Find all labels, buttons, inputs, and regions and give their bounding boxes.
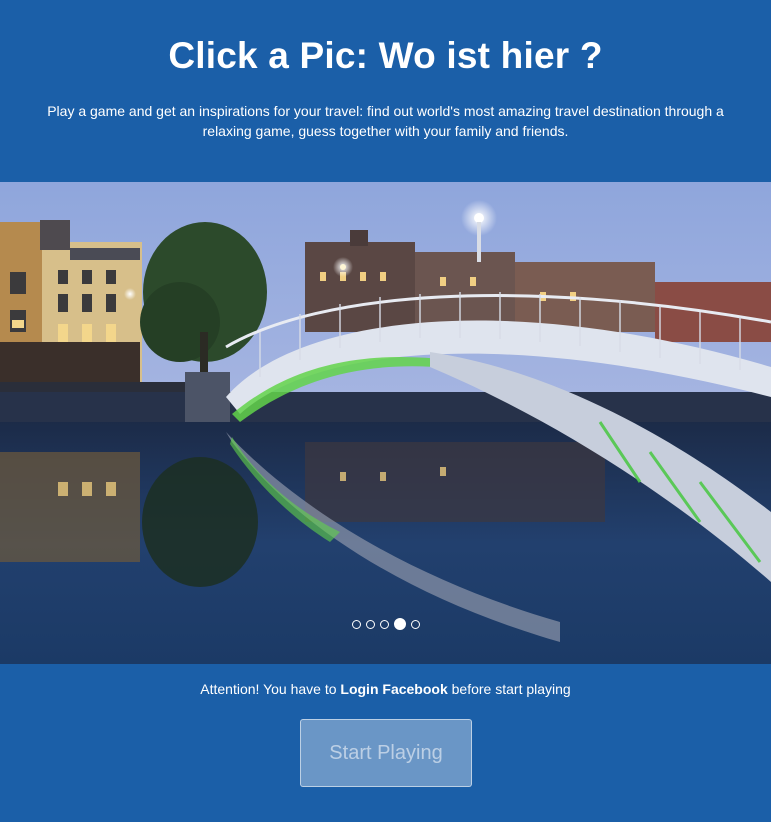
notice-suffix: before start playing — [447, 681, 571, 697]
slider-dot-4[interactable] — [393, 618, 406, 630]
hero-image-slider[interactable] — [0, 182, 771, 664]
slider-dot-5[interactable] — [410, 619, 420, 629]
notice-prefix: Attention! You have to — [200, 681, 341, 697]
header: Click a Pic: Wo ist hier ? Play a game a… — [0, 0, 771, 182]
slider-dot-1[interactable] — [351, 619, 361, 629]
slider-dot-3[interactable] — [379, 619, 389, 629]
notice-login-facebook: Login Facebook — [340, 681, 448, 697]
start-playing-button[interactable]: Start Playing — [300, 719, 472, 787]
slider-pagination — [0, 616, 771, 632]
login-notice: Attention! You have to Login Facebook be… — [0, 680, 771, 698]
hero-image — [0, 182, 771, 664]
page: Click a Pic: Wo ist hier ? Play a game a… — [0, 0, 771, 822]
slider-dot-2[interactable] — [365, 619, 375, 629]
page-title: Click a Pic: Wo ist hier ? — [168, 35, 603, 76]
page-subtitle: Play a game and get an inspirations for … — [47, 103, 724, 139]
